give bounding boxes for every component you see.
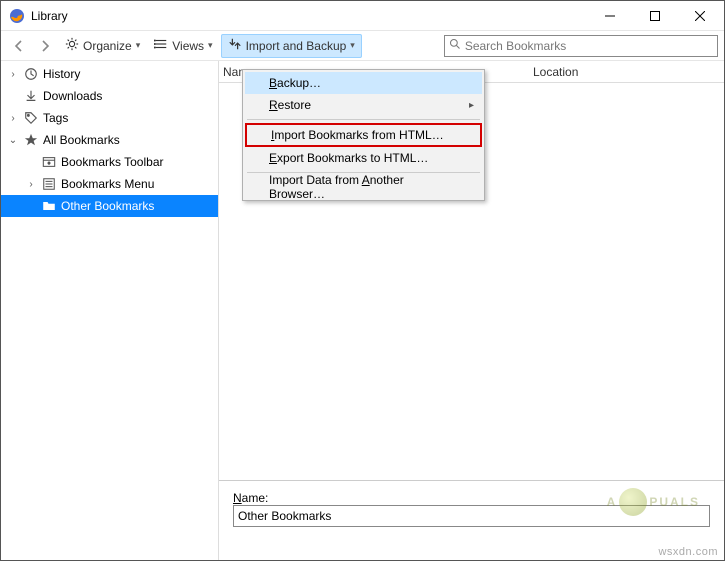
menu-item-restore[interactable]: Restore ▸ [245,94,482,116]
menu-item-label: Import Bookmarks from HTML… [271,128,444,142]
minimize-button[interactable] [587,1,632,30]
download-icon [23,88,39,104]
chevron-right-icon: › [7,113,19,124]
site-credit: wsxdn.com [658,546,718,558]
menu-item-label: Import Data from Another Browser… [269,173,462,201]
history-icon [23,66,39,82]
search-input[interactable] [465,39,713,53]
column-location[interactable]: Location [533,65,724,79]
sidebar-item-label: Tags [43,111,68,125]
menu-item-label: Export Bookmarks to HTML… [269,151,428,165]
sidebar-item-label: Bookmarks Menu [61,177,154,191]
sidebar-item-label: Other Bookmarks [61,199,154,213]
sidebar-item-label: Downloads [43,89,102,103]
sidebar-item-other-bookmarks[interactable]: Other Bookmarks [1,195,218,217]
sidebar-item-bookmarks-menu[interactable]: › Bookmarks Menu [1,173,218,195]
list-icon [154,37,168,54]
submenu-arrow-icon: ▸ [469,100,474,111]
import-export-icon [228,37,242,54]
organize-button[interactable]: Organize ▾ [59,34,146,58]
menu-item-import-browser[interactable]: Import Data from Another Browser… [245,176,482,198]
sidebar-item-tags[interactable]: › Tags [1,107,218,129]
menu-item-import-html[interactable]: Import Bookmarks from HTML… [245,123,482,147]
organize-label: Organize [83,39,132,53]
tag-icon [23,110,39,126]
chevron-right-icon: › [25,179,37,190]
chevron-right-icon: › [7,69,19,80]
sidebar-tree[interactable]: › History Downloads › Tags [1,61,219,560]
sidebar-item-all-bookmarks[interactable]: ⌄ All Bookmarks [1,129,218,151]
search-field[interactable] [444,35,718,57]
maximize-button[interactable] [632,1,677,30]
chevron-down-icon: ▾ [136,40,141,51]
chevron-down-icon: ⌄ [7,135,19,146]
watermark-orb-icon [619,488,647,516]
close-button[interactable] [677,1,722,30]
menu-item-label: Backup… [269,76,321,90]
menu-icon [41,176,57,192]
forward-button[interactable] [33,34,57,58]
chevron-down-icon: ▾ [350,40,355,51]
sidebar-item-bookmarks-toolbar[interactable]: Bookmarks Toolbar [1,151,218,173]
menu-item-export-html[interactable]: Export Bookmarks to HTML… [245,147,482,169]
sidebar-item-label: All Bookmarks [43,133,120,147]
toolbar: Organize ▾ Views ▾ Import and Backup ▾ [1,31,724,61]
import-backup-label: Import and Backup [246,39,347,53]
star-icon [23,132,39,148]
sidebar-item-history[interactable]: › History [1,63,218,85]
window-title: Library [31,9,68,23]
toolbar-icon [41,154,57,170]
gear-icon [65,37,79,54]
watermark: A PUALS [607,488,700,516]
library-window: Library Organize ▾ Vi [0,0,725,561]
menu-item-label: Restore [269,98,311,112]
back-button[interactable] [7,34,31,58]
import-backup-button[interactable]: Import and Backup ▾ [221,34,362,58]
folder-icon [41,198,57,214]
sidebar-item-label: Bookmarks Toolbar [61,155,164,169]
firefox-icon [9,8,25,24]
chevron-down-icon: ▾ [208,40,213,51]
views-button[interactable]: Views ▾ [148,34,218,58]
menu-separator [247,119,480,120]
sidebar-item-label: History [43,67,80,81]
titlebar: Library [1,1,724,31]
search-icon [449,38,461,53]
views-label: Views [172,39,204,53]
import-backup-menu: Backup… Restore ▸ Import Bookmarks from … [242,69,485,201]
sidebar-item-downloads[interactable]: Downloads [1,85,218,107]
menu-item-backup[interactable]: Backup… [245,72,482,94]
